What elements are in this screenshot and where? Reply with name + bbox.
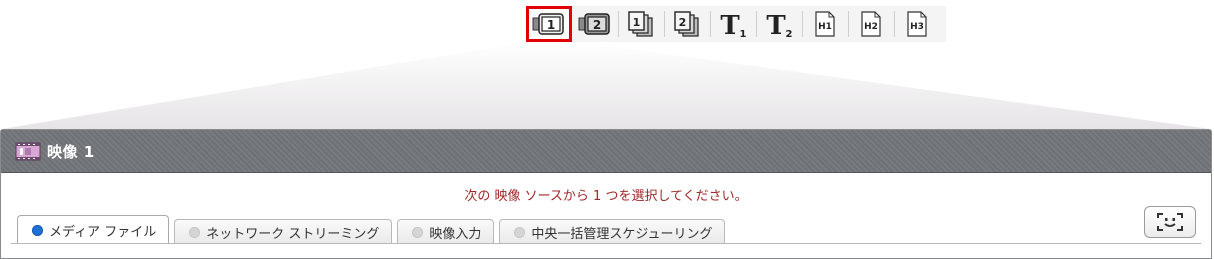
html-3-button[interactable]: H3 (894, 6, 940, 42)
video-2-button[interactable]: 2 (572, 6, 618, 42)
layer-2-button[interactable]: 2 (664, 6, 710, 42)
toolbar-end-pad (940, 6, 946, 42)
tab-label: 中央一括管理スケジューリング (531, 226, 713, 242)
source-tabs: メディア ファイル ネットワーク ストリーミング 映像入力 中央一括管理スケジュ… (17, 214, 730, 244)
panel-header: 映像 1 (1, 130, 1211, 173)
svg-text:H1: H1 (818, 22, 832, 32)
svg-text:2: 2 (593, 18, 601, 32)
face-capture-icon (1157, 213, 1183, 231)
video-1-button[interactable]: 1 (526, 6, 572, 42)
tab-video-input[interactable]: 映像入力 (397, 219, 495, 244)
svg-text:2: 2 (679, 16, 687, 29)
text-1-icon: T 1 (720, 11, 747, 39)
tab-label: 映像入力 (429, 226, 482, 242)
radio-indicator (412, 226, 424, 238)
instruction-text: 次の 映像 ソースから 1 つを選択してください。 (464, 189, 748, 204)
html-1-icon: H1 (815, 11, 835, 37)
camera-2-icon: 2 (578, 13, 610, 35)
text-1-button[interactable]: T 1 (710, 6, 756, 42)
svg-text:1: 1 (740, 29, 747, 39)
radio-indicator (189, 226, 201, 238)
source-toolbar: 1 2 1 2 T 1 T 2 H1 H2 H3 (526, 6, 946, 42)
html-1-button[interactable]: H1 (802, 6, 848, 42)
svg-text:2: 2 (786, 29, 793, 39)
panel-title: 映像 1 (47, 142, 95, 161)
svg-text:T: T (766, 11, 786, 39)
video-source-panel: 映像 1 次の 映像 ソースから 1 つを選択してください。 メディア ファイル… (0, 129, 1212, 259)
svg-text:T: T (720, 11, 740, 39)
text-2-icon: T 2 (766, 11, 793, 39)
svg-text:H2: H2 (864, 22, 878, 32)
tab-label: メディア ファイル (49, 224, 157, 240)
face-capture-button[interactable] (1144, 206, 1196, 238)
tab-network-streaming[interactable]: ネットワーク ストリーミング (174, 219, 393, 244)
stack-1-icon: 1 (628, 11, 653, 37)
radio-indicator (514, 226, 526, 238)
html-3-icon: H3 (907, 11, 927, 37)
html-2-icon: H2 (861, 11, 881, 37)
spotlight-funnel (2, 42, 1210, 129)
tab-label: ネットワーク ストリーミング (206, 226, 380, 242)
svg-text:H3: H3 (910, 22, 924, 32)
svg-text:1: 1 (633, 16, 641, 29)
film-icon (15, 140, 41, 162)
radio-indicator (32, 224, 43, 236)
tab-content-border (11, 243, 1201, 244)
tab-media-file[interactable]: メディア ファイル (17, 215, 170, 244)
text-2-button[interactable]: T 2 (756, 6, 802, 42)
stack-2-icon: 2 (674, 11, 699, 37)
layer-1-button[interactable]: 1 (618, 6, 664, 42)
svg-text:1: 1 (547, 18, 555, 32)
camera-1-icon: 1 (532, 13, 564, 35)
html-2-button[interactable]: H2 (848, 6, 894, 42)
tab-central-scheduling[interactable]: 中央一括管理スケジューリング (499, 219, 726, 244)
